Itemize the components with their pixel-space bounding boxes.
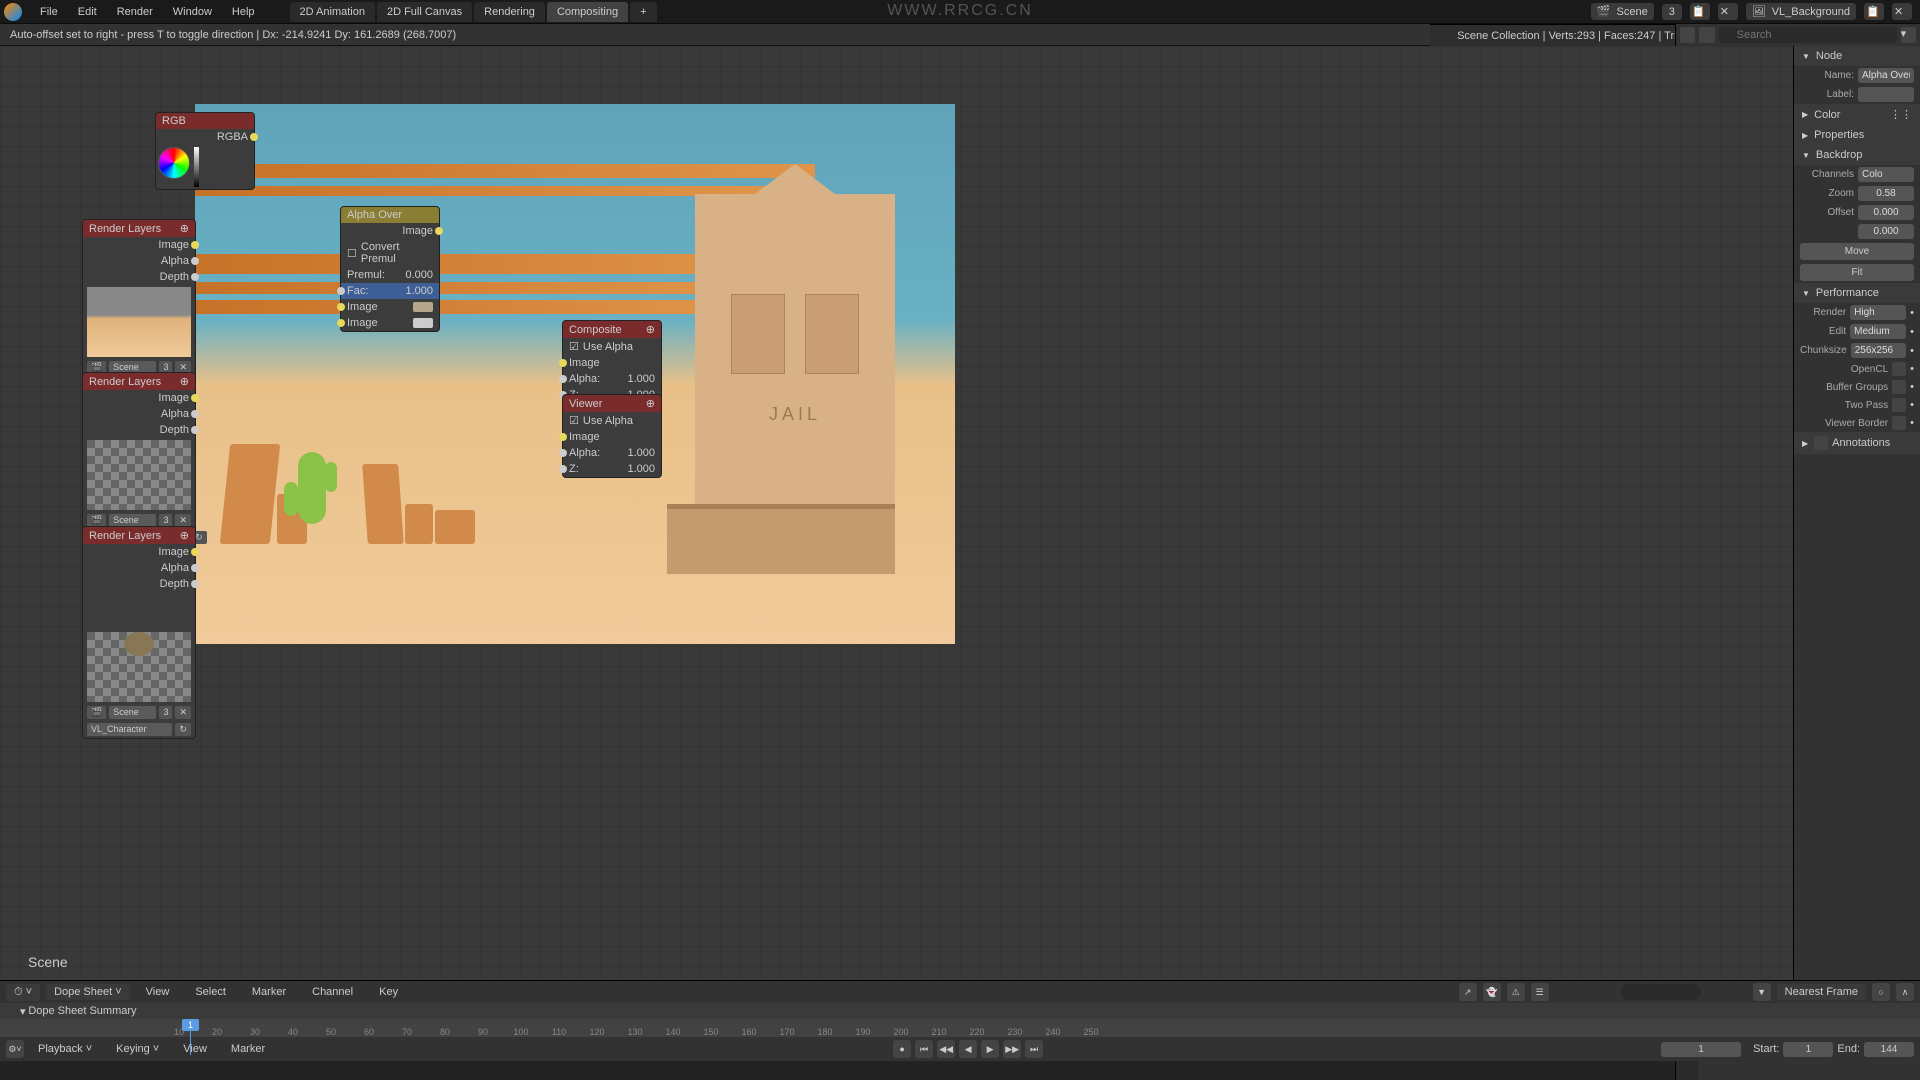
tl-select[interactable]: Select (185, 982, 236, 1002)
tl-options[interactable]: ⚙˅ (6, 1040, 24, 1058)
end-frame[interactable]: 144 (1864, 1042, 1914, 1057)
outliner-view-icon[interactable] (1680, 27, 1695, 43)
err-chk[interactable]: ⚠ (1507, 983, 1525, 1001)
node-composite[interactable]: Composite⊕ ☑Use Alpha Image Alpha:1.000 … (562, 320, 662, 404)
node-viewer[interactable]: Viewer⊕ ☑Use Alpha Image Alpha:1.000 Z:1… (562, 394, 662, 478)
tab-rendering[interactable]: Rendering (474, 2, 545, 22)
menu-file[interactable]: File (30, 2, 68, 22)
tl-view[interactable]: View (136, 982, 180, 1002)
outliner-filter-icon[interactable]: ▾ (1901, 27, 1916, 43)
info-bar: Auto-offset set to right - press T to to… (0, 24, 1430, 46)
node-rgb[interactable]: RGB RGBA (155, 112, 255, 190)
backdrop-fit-btn[interactable]: Fit (1800, 264, 1914, 281)
groups-chk[interactable] (1892, 380, 1906, 394)
rl1-preview (87, 287, 191, 357)
sel-only-chk[interactable]: ↗ (1459, 983, 1477, 1001)
scene-count: 3 (1662, 4, 1682, 20)
tl-marker[interactable]: Marker (242, 982, 296, 1002)
keyframe-next-btn[interactable]: ▶▶ (1003, 1040, 1021, 1058)
filter-icon[interactable]: ▼ (1753, 983, 1771, 1001)
editor-type-dd[interactable]: ⏱ ˅ (6, 984, 40, 1001)
timeline-panel: ⏱ ˅ Dope Sheet ˅ View Select Marker Chan… (0, 980, 1920, 1058)
viewlayer-new[interactable]: 📋 (1864, 3, 1884, 20)
np-annotations-hdr[interactable]: Annotations (1794, 432, 1920, 454)
outliner-search[interactable] (1719, 27, 1897, 43)
outliner-display-mode[interactable] (1699, 27, 1714, 43)
np-backdrop-hdr[interactable]: Backdrop (1794, 145, 1920, 165)
node-render-layers-3[interactable]: Render Layers⊕ Image Alpha Depth 🎬Scene3… (82, 526, 196, 739)
tab-2d-animation[interactable]: 2D Animation (290, 2, 375, 22)
opencl-chk[interactable] (1892, 362, 1906, 376)
current-frame[interactable]: 1 (1661, 1042, 1741, 1057)
node-label-field[interactable] (1858, 87, 1914, 102)
tl-playback[interactable]: Playback ˅ (28, 1039, 102, 1059)
keyframe-prev-btn[interactable]: ◀◀ (937, 1040, 955, 1058)
menu-help[interactable]: Help (222, 2, 265, 22)
rl2-preview (87, 440, 191, 510)
np-properties-hdr[interactable]: Properties (1794, 125, 1920, 145)
channels-dd[interactable]: Colo (1858, 167, 1914, 182)
autokey-btn[interactable]: ● (893, 1040, 911, 1058)
play-btn[interactable]: ▶ (981, 1040, 999, 1058)
backdrop-cactus (298, 452, 326, 524)
summary-chk[interactable]: ☰ (1531, 983, 1549, 1001)
tl-viewb[interactable]: View (173, 1039, 217, 1059)
rl3-preview (87, 632, 191, 702)
render-quality-dd[interactable]: High (1850, 305, 1906, 320)
menu-render[interactable]: Render (107, 2, 163, 22)
scene-del[interactable]: ✕ (1718, 3, 1738, 20)
menu-edit[interactable]: Edit (68, 2, 107, 22)
tl-markerb[interactable]: Marker (221, 1039, 275, 1059)
proportional-icon[interactable]: ○ (1872, 983, 1890, 1001)
scene-selector[interactable]: 🎬Scene (1591, 3, 1654, 20)
snap-dd[interactable]: Nearest Frame (1777, 984, 1866, 1000)
tl-search[interactable] (1621, 984, 1701, 1000)
color-wheel[interactable] (158, 147, 190, 179)
viewlayer-del[interactable]: ✕ (1892, 3, 1912, 20)
menu-window[interactable]: Window (163, 2, 222, 22)
prop-mode-icon[interactable]: ∧ (1896, 983, 1914, 1001)
jump-start-btn[interactable]: ⏮ (915, 1040, 933, 1058)
tab-add[interactable]: + (630, 2, 656, 22)
border-chk[interactable] (1892, 416, 1906, 430)
scene-breadcrumb: Scene (28, 954, 68, 970)
tl-key[interactable]: Key (369, 982, 408, 1002)
twopass-chk[interactable] (1892, 398, 1906, 412)
watermark-text: WWW.RRCG.CN (887, 2, 1033, 20)
tl-keying[interactable]: Keying ˅ (106, 1039, 169, 1059)
chunksize-dd[interactable]: 256x256 (1851, 343, 1906, 358)
tl-cursor[interactable] (190, 1019, 191, 1055)
start-frame[interactable]: 1 (1783, 1042, 1833, 1057)
node-render-layers-2[interactable]: Render Layers⊕ Image Alpha Depth 🎬Scene3… (82, 372, 196, 547)
play-rev-btn[interactable]: ◀ (959, 1040, 977, 1058)
node-render-layers-1[interactable]: Render Layers⊕ Image Alpha Depth 🎬Scene3… (82, 219, 196, 394)
compositor-editor[interactable]: JAIL RGB RGBA Render Layers⊕ Image Alpha… (0, 46, 1793, 980)
np-node-hdr[interactable]: Node (1794, 46, 1920, 66)
tl-ruler[interactable]: 1020304050607080901001101201301401501601… (0, 1019, 1920, 1037)
hidden-chk[interactable]: 👻 (1483, 983, 1501, 1001)
offset-x[interactable]: 0.000 (1858, 205, 1914, 220)
scene-new[interactable]: 📋 (1690, 3, 1710, 20)
np-performance-hdr[interactable]: Performance (1794, 283, 1920, 303)
app-logo[interactable] (4, 3, 22, 21)
edit-quality-dd[interactable]: Medium (1850, 324, 1906, 339)
offset-y[interactable]: 0.000 (1858, 224, 1914, 239)
backdrop-move-btn[interactable]: Move (1800, 243, 1914, 260)
tab-compositing[interactable]: Compositing (547, 2, 628, 22)
jump-end-btn[interactable]: ⏭ (1025, 1040, 1043, 1058)
backdrop-building: JAIL (695, 194, 895, 574)
zoom-field[interactable]: 0.58 (1858, 186, 1914, 201)
top-menu-bar: File Edit Render Window Help 2D Animatio… (0, 0, 1920, 24)
summary-row[interactable]: ▾ Dope Sheet Summary (0, 1003, 1920, 1019)
viewlayer-selector[interactable]: 🖼VL_Background (1746, 3, 1856, 20)
tab-2d-full-canvas[interactable]: 2D Full Canvas (377, 2, 472, 22)
np-color-hdr[interactable]: Color⋮⋮ (1794, 104, 1920, 125)
dopesheet-mode-dd[interactable]: Dope Sheet ˅ (46, 984, 130, 1000)
node-name-field[interactable] (1858, 68, 1914, 83)
backdrop-rocks (225, 404, 485, 544)
node-alpha-over[interactable]: Alpha Over Image ☐Convert Premul Premul:… (340, 206, 440, 332)
tl-channel[interactable]: Channel (302, 982, 363, 1002)
node-n-panel: Node Name: Label: Color⋮⋮ Properties Bac… (1793, 46, 1920, 980)
